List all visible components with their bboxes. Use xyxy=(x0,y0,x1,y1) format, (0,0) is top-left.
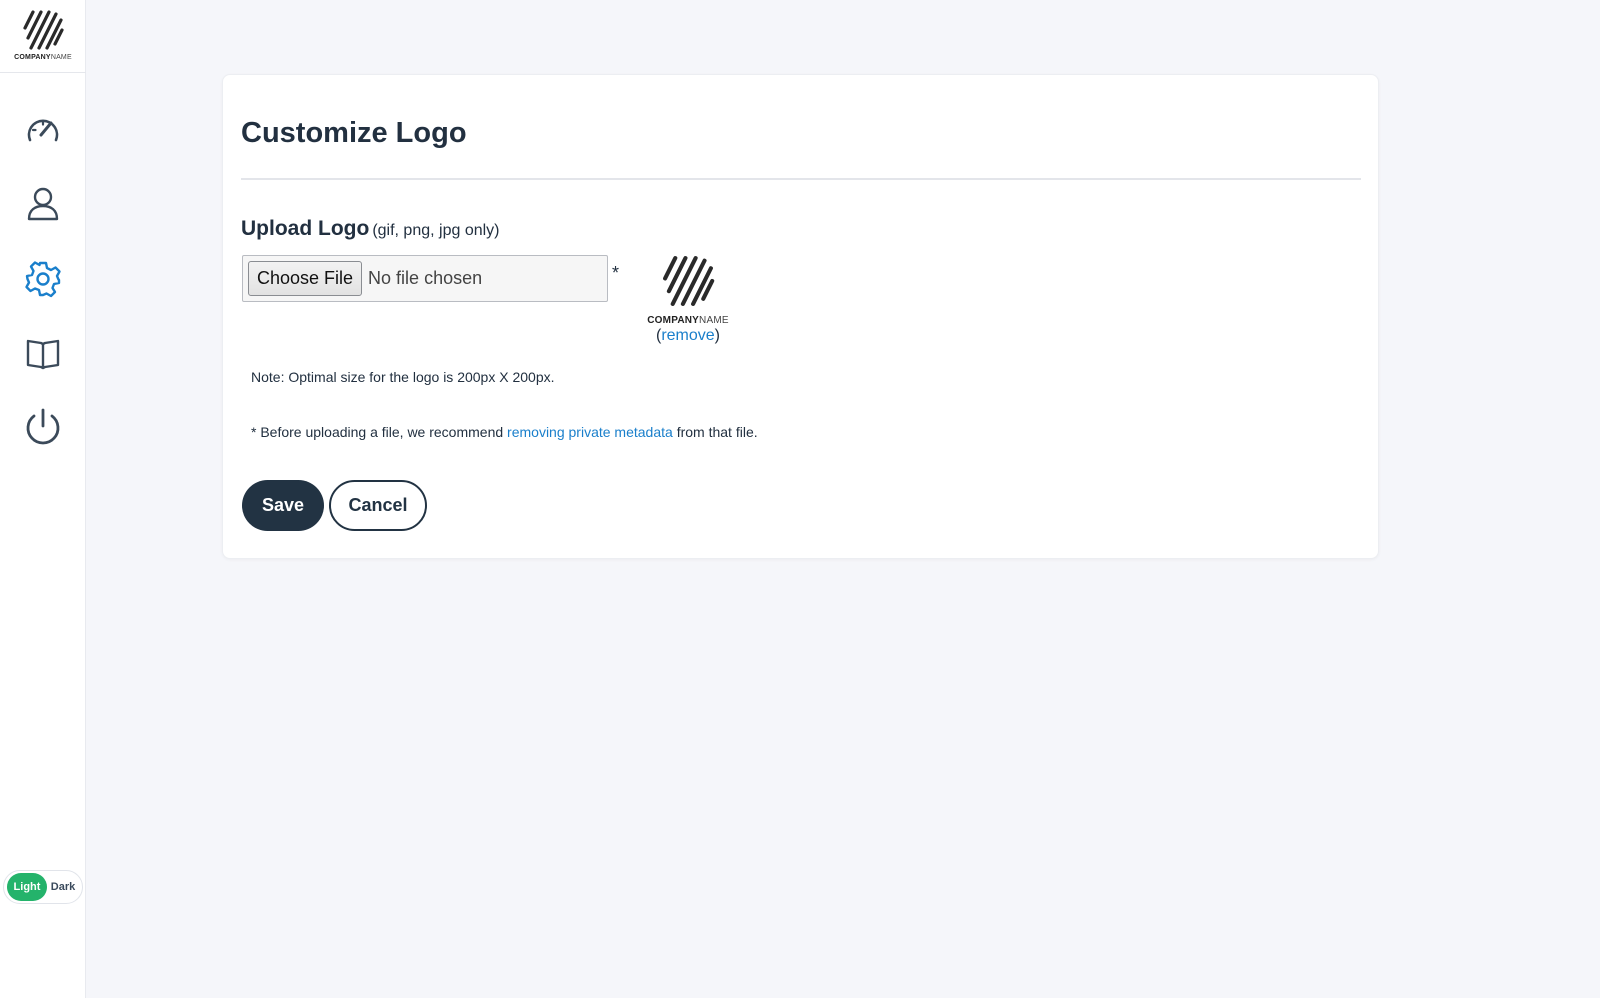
brand-text: COMPANYNAME xyxy=(14,54,72,61)
book-icon xyxy=(26,339,60,370)
remove-metadata-link[interactable]: removing private metadata xyxy=(507,424,673,440)
nav-dashboard[interactable] xyxy=(22,109,64,151)
remove-logo-link[interactable]: remove xyxy=(661,327,714,344)
speedometer-icon xyxy=(27,119,59,142)
gear-icon xyxy=(25,261,61,298)
theme-toggle[interactable]: Light Dark xyxy=(3,870,83,904)
company-logo-icon xyxy=(663,256,715,306)
upload-hint-text: (gif, png, jpg only) xyxy=(372,222,500,239)
logo-preview: COMPANYNAME (remove) xyxy=(647,253,729,345)
upload-label-text: Upload Logo xyxy=(241,217,370,240)
metadata-note: * Before uploading a file, we recommend … xyxy=(251,424,758,440)
brand-divider xyxy=(0,72,86,73)
cancel-button[interactable]: Cancel xyxy=(329,480,427,531)
sidebar: COMPANYNAME Light Dark xyxy=(0,0,86,998)
save-button[interactable]: Save xyxy=(242,480,324,531)
nav-settings[interactable] xyxy=(22,258,64,300)
company-logo-icon xyxy=(23,10,64,50)
choose-file-button[interactable]: Choose File xyxy=(248,261,363,296)
brand-logo[interactable]: COMPANYNAME xyxy=(0,8,86,70)
title-divider xyxy=(241,178,1361,180)
required-marker: * xyxy=(612,263,620,283)
remove-wrapper: (remove) xyxy=(655,327,720,344)
theme-light-option[interactable]: Light xyxy=(7,873,47,901)
nav-docs[interactable] xyxy=(22,332,64,374)
page-title: Customize Logo xyxy=(241,117,467,149)
theme-dark-option[interactable]: Dark xyxy=(47,873,79,901)
nav-logout[interactable] xyxy=(22,406,64,448)
logo-file-input[interactable]: Choose File No file chosen xyxy=(242,255,608,302)
customize-logo-card: Customize Logo Upload Logo (gif, png, jpg… xyxy=(222,74,1379,559)
nav-profile[interactable] xyxy=(22,183,64,225)
upload-logo-label: Upload Logo (gif, png, jpg only) xyxy=(241,217,500,241)
size-note: Note: Optimal size for the logo is 200px… xyxy=(251,369,555,385)
preview-brand-text: COMPANYNAME xyxy=(647,315,729,326)
user-icon xyxy=(27,187,59,221)
file-status-text: No file chosen xyxy=(368,268,483,288)
power-icon xyxy=(26,408,60,445)
